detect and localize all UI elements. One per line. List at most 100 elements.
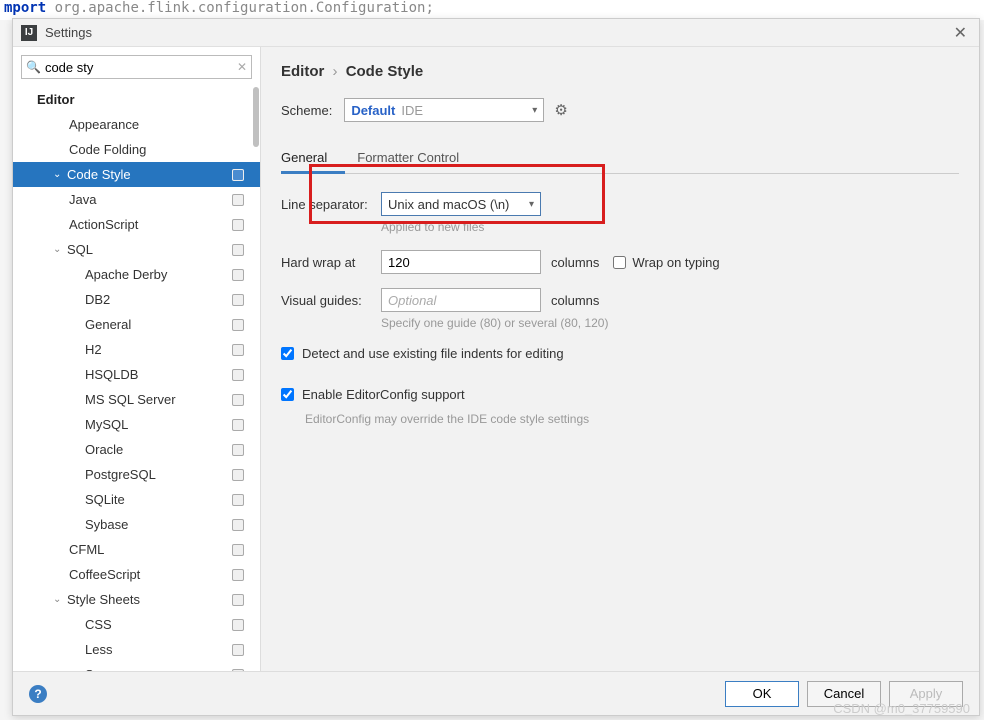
visual-guides-label: Visual guides: <box>281 293 381 308</box>
form-body: Line separator: Unix and macOS (\n) ▾ Ap… <box>281 174 959 426</box>
search-input[interactable] <box>45 56 237 78</box>
tree-item-label: Style Sheets <box>67 592 140 607</box>
tabs: General Formatter Control <box>281 146 959 174</box>
scope-icon <box>232 469 244 481</box>
tree-item[interactable]: MS SQL Server <box>13 387 260 412</box>
tree-item[interactable]: HSQLDB <box>13 362 260 387</box>
breadcrumb: Editor › Code Style <box>281 63 959 80</box>
detect-indents-checkbox[interactable] <box>281 347 294 360</box>
breadcrumb-sep: › <box>333 63 338 80</box>
scope-icon <box>232 194 244 206</box>
breadcrumb-editor[interactable]: Editor <box>281 63 324 80</box>
scope-icon <box>232 344 244 356</box>
editor-code-line: mport org.apache.flink.configuration.Con… <box>0 0 984 20</box>
content-panel: Editor › Code Style Scheme: Default IDE … <box>261 47 979 671</box>
tree-item-label: CSS <box>85 617 112 632</box>
tree-item[interactable]: ActionScript <box>13 212 260 237</box>
tree-item-label: MS SQL Server <box>85 392 176 407</box>
tree-item[interactable]: H2 <box>13 337 260 362</box>
tree-item[interactable]: Apache Derby <box>13 262 260 287</box>
title-bar: IJ Settings ✕ <box>13 19 979 47</box>
tree-item-label: CoffeeScript <box>69 567 140 582</box>
search-icon: 🔍 <box>26 60 41 74</box>
sidebar: 🔍 ✕ Editor AppearanceCode Folding⌄Code S… <box>13 47 261 671</box>
tree-item[interactable]: PostgreSQL <box>13 462 260 487</box>
scope-icon <box>232 494 244 506</box>
tree-item[interactable]: Sass <box>13 662 260 671</box>
scope-icon <box>232 619 244 631</box>
scope-icon <box>232 394 244 406</box>
columns-suffix: columns <box>551 255 599 270</box>
chevron-down-icon: ⌄ <box>53 244 65 255</box>
editorconfig-note: EditorConfig may override the IDE code s… <box>305 412 959 426</box>
tab-formatter-control[interactable]: Formatter Control <box>357 146 477 173</box>
tree-item[interactable]: DB2 <box>13 287 260 312</box>
tree-item[interactable]: Appearance <box>13 112 260 137</box>
tree-item[interactable]: General <box>13 312 260 337</box>
tree-item[interactable]: Code Folding <box>13 137 260 162</box>
scope-icon <box>232 519 244 531</box>
tree-item-label: CFML <box>69 542 104 557</box>
gear-icon[interactable]: ⚙ <box>554 101 567 119</box>
search-field-wrap[interactable]: 🔍 ✕ <box>21 55 252 79</box>
tab-general[interactable]: General <box>281 146 345 174</box>
scope-icon <box>232 319 244 331</box>
scope-icon <box>232 219 244 231</box>
tree-item[interactable]: Java <box>13 187 260 212</box>
enable-editorconfig-checkbox[interactable] <box>281 388 294 401</box>
tree-item-label: H2 <box>85 342 102 357</box>
ok-button[interactable]: OK <box>725 681 799 707</box>
scope-icon <box>232 294 244 306</box>
enable-editorconfig-row[interactable]: Enable EditorConfig support <box>281 387 959 402</box>
chevron-down-icon: ⌄ <box>53 594 65 605</box>
tree-item-label: Appearance <box>69 117 139 132</box>
scope-icon <box>232 569 244 581</box>
tree-item[interactable]: Less <box>13 637 260 662</box>
tree-item[interactable]: CSS <box>13 612 260 637</box>
tree-item[interactable]: ⌄Style Sheets <box>13 587 260 612</box>
hard-wrap-label: Hard wrap at <box>281 255 381 270</box>
clear-search-icon[interactable]: ✕ <box>237 60 247 74</box>
tree-item[interactable]: Sybase <box>13 512 260 537</box>
scope-icon <box>232 644 244 656</box>
chevron-down-icon: ⌄ <box>53 169 65 180</box>
tree-item-label: Apache Derby <box>85 267 167 282</box>
visual-guides-input[interactable] <box>381 288 541 312</box>
tree-item[interactable]: ⌄SQL <box>13 237 260 262</box>
scheme-select[interactable]: Default IDE ▾ <box>344 98 544 122</box>
tree-item-label: Java <box>69 192 96 207</box>
tree-item-label: MySQL <box>85 417 128 432</box>
tree-item-label: Code Folding <box>69 142 146 157</box>
scope-icon <box>232 544 244 556</box>
settings-tree[interactable]: Editor AppearanceCode Folding⌄Code Style… <box>13 87 260 671</box>
wrap-on-typing-checkbox[interactable]: Wrap on typing <box>613 255 719 270</box>
tree-item[interactable]: SQLite <box>13 487 260 512</box>
help-icon[interactable]: ? <box>29 685 47 703</box>
close-icon[interactable]: ✕ <box>950 23 971 43</box>
tree-item-label: Less <box>85 642 112 657</box>
visual-guides-note: Specify one guide (80) or several (80, 1… <box>381 316 959 330</box>
detect-indents-row[interactable]: Detect and use existing file indents for… <box>281 346 959 361</box>
tree-item-label: HSQLDB <box>85 367 138 382</box>
scope-icon <box>232 169 244 181</box>
tree-item-label: DB2 <box>85 292 110 307</box>
tree-item[interactable]: ⌄Code Style <box>13 162 260 187</box>
line-separator-label: Line separator: <box>281 197 381 212</box>
tree-item-label: ActionScript <box>69 217 138 232</box>
tree-item-label: Sybase <box>85 517 128 532</box>
settings-dialog: IJ Settings ✕ 🔍 ✕ Editor Appearance Code … <box>12 18 980 716</box>
tree-item[interactable]: CFML <box>13 537 260 562</box>
hard-wrap-input[interactable] <box>381 250 541 274</box>
tree-item-label: SQL <box>67 242 93 257</box>
tree-item-label: General <box>85 317 131 332</box>
scope-icon <box>232 269 244 281</box>
line-separator-combo[interactable]: Unix and macOS (\n) ▾ <box>381 192 541 216</box>
tree-header-editor[interactable]: Editor <box>13 87 260 112</box>
tree-item[interactable]: CoffeeScript <box>13 562 260 587</box>
tree-item[interactable]: Oracle <box>13 437 260 462</box>
scheme-row: Scheme: Default IDE ▾ ⚙ <box>281 98 959 122</box>
window-title: Settings <box>45 25 950 40</box>
tree-item-label: Code Style <box>67 167 131 182</box>
tree-item[interactable]: MySQL <box>13 412 260 437</box>
scope-icon <box>232 669 244 672</box>
